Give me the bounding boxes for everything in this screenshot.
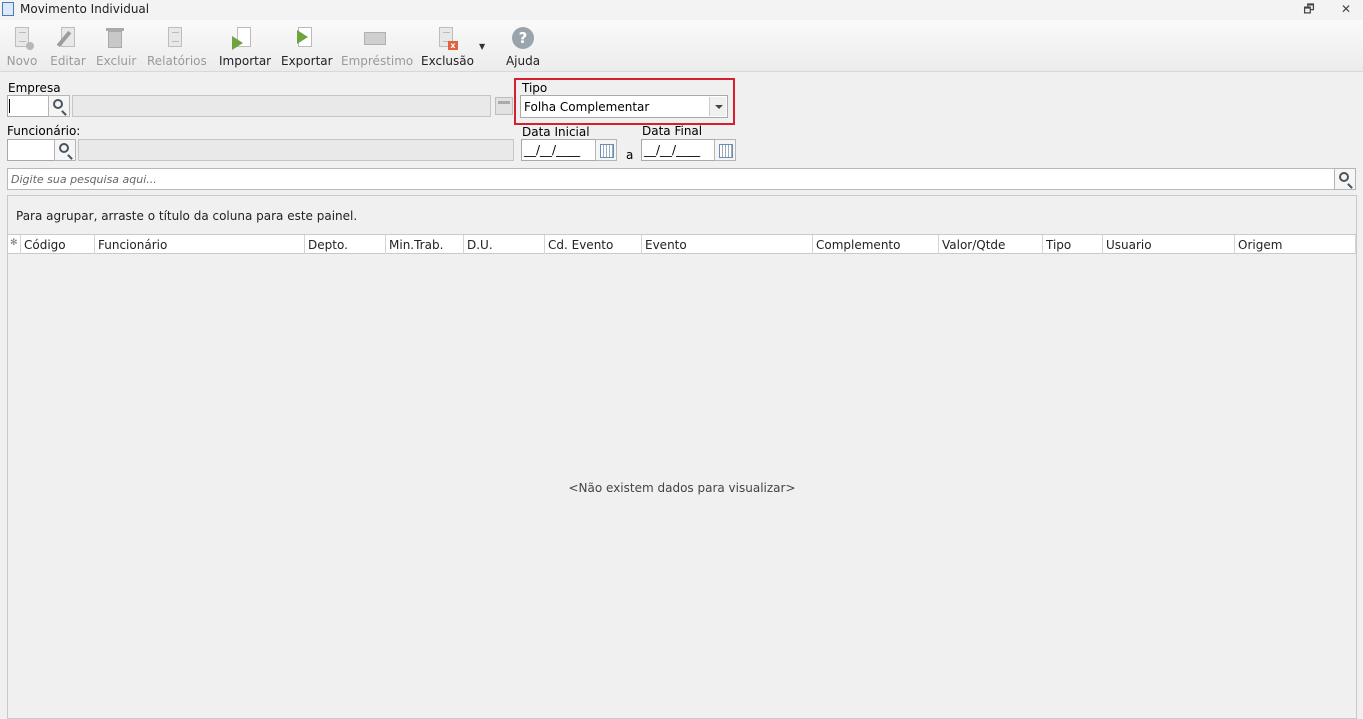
exclusao-label: Exclusão: [421, 54, 474, 68]
novo-button[interactable]: Novo: [5, 26, 39, 70]
column-header-tipo[interactable]: Tipo: [1043, 235, 1103, 254]
funcionario-code-input[interactable]: [7, 139, 55, 161]
search-placeholder: Digite sua pesquisa aqui...: [11, 173, 157, 186]
new-document-icon: [10, 26, 34, 50]
column-header-funcionario[interactable]: Funcionário: [95, 235, 305, 254]
calendar-icon[interactable]: [714, 139, 736, 161]
column-header-evento[interactable]: Evento: [642, 235, 813, 254]
group-by-panel[interactable]: Para agrupar, arraste o título da coluna…: [8, 196, 1356, 234]
column-header-cd-evento[interactable]: Cd. Evento: [545, 235, 642, 254]
restore-icon[interactable]: 🗗: [1300, 1, 1318, 17]
search-icon: [1339, 172, 1349, 182]
relatorios-button[interactable]: Relatórios: [147, 26, 207, 70]
column-header-min-trab[interactable]: Min.Trab.: [386, 235, 464, 254]
report-icon: [163, 26, 187, 50]
search-icon: [59, 143, 69, 153]
excluir-label: Excluir: [96, 54, 137, 68]
search-input[interactable]: Digite sua pesquisa aqui...: [7, 168, 1335, 190]
exclusao-button[interactable]: x Exclusão: [421, 26, 474, 70]
search-icon: [53, 99, 63, 109]
funcionario-label: Funcionário:: [7, 124, 81, 138]
close-icon[interactable]: ✕: [1337, 1, 1355, 17]
importar-button[interactable]: Importar: [219, 26, 272, 70]
text-caret: [9, 99, 10, 113]
tipo-label: Tipo: [522, 81, 548, 95]
trash-icon: [103, 26, 127, 50]
toolbar: Novo Editar Excluir Relatórios Importar …: [0, 20, 1363, 72]
ajuda-button[interactable]: ? Ajuda: [503, 26, 543, 70]
empresa-search-button[interactable]: [48, 95, 70, 117]
edit-icon: [56, 26, 80, 50]
empresa-name-field: [72, 95, 491, 117]
relatorios-label: Relatórios: [147, 54, 207, 68]
row-indicator-icon: ✻: [8, 235, 21, 254]
data-final-input[interactable]: __/__/____: [641, 139, 715, 161]
data-final-label: Data Final: [642, 124, 703, 138]
card-icon[interactable]: [495, 97, 513, 115]
grid-header: ✻ Código Funcionário Depto. Min.Trab. D.…: [8, 234, 1356, 254]
help-icon: ?: [511, 26, 535, 50]
column-header-du[interactable]: D.U.: [464, 235, 545, 254]
chevron-down-icon[interactable]: [709, 97, 726, 116]
importar-label: Importar: [219, 54, 272, 68]
data-grid: Para agrupar, arraste o título da coluna…: [7, 195, 1357, 719]
data-inicial-label: Data Inicial: [522, 125, 590, 139]
column-header-valor-qtde[interactable]: Valor/Qtde: [939, 235, 1043, 254]
money-icon: [363, 26, 387, 50]
empresa-code-input[interactable]: [7, 95, 49, 117]
novo-label: Novo: [6, 54, 38, 68]
tipo-selected-value: Folha Complementar: [524, 100, 650, 114]
empresa-label: Empresa: [8, 81, 61, 95]
date-range-separator: a: [626, 148, 634, 162]
delete-document-icon: x: [434, 26, 458, 50]
emprestimo-label: Empréstimo: [341, 54, 414, 68]
ajuda-label: Ajuda: [505, 54, 541, 68]
funcionario-name-field: [78, 139, 514, 161]
column-header-origem[interactable]: Origem: [1235, 235, 1356, 254]
export-icon: [293, 26, 317, 50]
search-button[interactable]: [1334, 168, 1356, 190]
column-header-complemento[interactable]: Complemento: [813, 235, 939, 254]
exclusao-dropdown-icon[interactable]: ▼: [479, 42, 485, 51]
calendar-icon[interactable]: [595, 139, 617, 161]
editar-button[interactable]: Editar: [50, 26, 86, 70]
empty-state-message: <Não existem dados para visualizar>: [568, 481, 796, 495]
tipo-select[interactable]: Folha Complementar: [520, 95, 728, 118]
funcionario-search-button[interactable]: [54, 139, 76, 161]
data-inicial-input[interactable]: __/__/____: [521, 139, 596, 161]
import-icon: [232, 26, 256, 50]
column-header-depto[interactable]: Depto.: [305, 235, 386, 254]
exportar-label: Exportar: [281, 54, 333, 68]
column-header-codigo[interactable]: Código: [21, 235, 95, 254]
window-title: Movimento Individual: [20, 2, 150, 16]
title-bar: Movimento Individual 🗗 ✕: [0, 0, 1363, 20]
column-header-usuario[interactable]: Usuario: [1103, 235, 1235, 254]
group-hint: Para agrupar, arraste o título da coluna…: [16, 209, 358, 223]
emprestimo-button[interactable]: Empréstimo: [341, 26, 414, 70]
editar-label: Editar: [50, 54, 86, 68]
excluir-button[interactable]: Excluir: [96, 26, 137, 70]
exportar-button[interactable]: Exportar: [281, 26, 333, 70]
app-icon: [2, 2, 14, 16]
